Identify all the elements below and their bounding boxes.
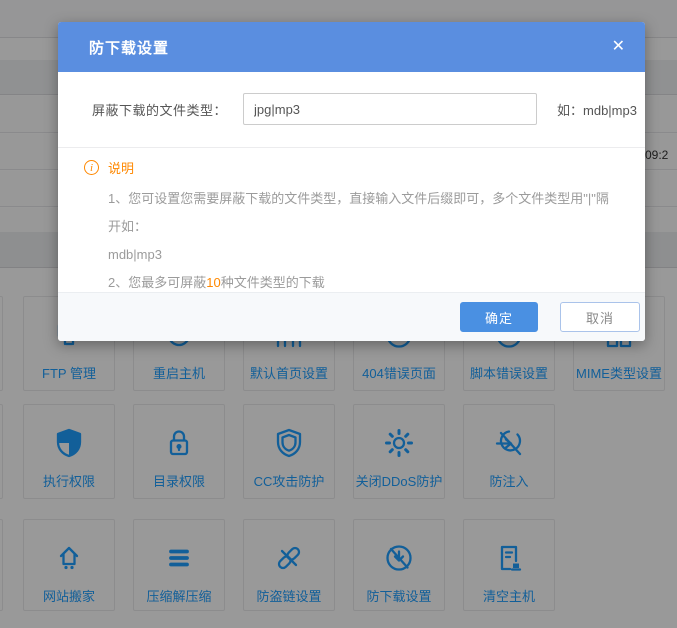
dialog-footer: 确定 取消	[58, 292, 645, 341]
cancel-button[interactable]: 取消	[560, 302, 640, 332]
limit-highlight: 10	[206, 275, 220, 290]
info-list: 1、您可设置您需要屏蔽下载的文件类型，直接输入文件后缀即可，多个文件类型用"|"…	[108, 185, 615, 297]
file-type-input[interactable]	[243, 93, 537, 125]
info-section: i 说明 1、您可设置您需要屏蔽下载的文件类型，直接输入文件后缀即可，多个文件类…	[58, 148, 645, 297]
info-title: 说明	[108, 158, 134, 177]
close-icon[interactable]: ✕	[608, 35, 629, 59]
file-type-form-row: 屏蔽下载的文件类型： 如：mdb|mp3	[58, 93, 645, 125]
file-type-label: 屏蔽下载的文件类型：	[92, 100, 227, 119]
info-icon: i	[84, 160, 99, 175]
dialog-body: 屏蔽下载的文件类型： 如：mdb|mp3 i 说明 1、您可设置您需要屏蔽下载的…	[58, 93, 645, 297]
anti-download-settings-dialog: 防下载设置 ✕ 屏蔽下载的文件类型： 如：mdb|mp3 i 说明 1、您可设置…	[58, 22, 645, 341]
info-header: i 说明	[84, 158, 615, 177]
file-type-hint: 如：mdb|mp3	[557, 100, 637, 119]
confirm-button[interactable]: 确定	[460, 302, 538, 332]
info-line-1: 1、您可设置您需要屏蔽下载的文件类型，直接输入文件后缀即可，多个文件类型用"|"…	[108, 185, 615, 269]
dialog-title: 防下载设置	[89, 37, 169, 58]
page: 09:2 FTP 管理 重启主机 默认首页设置 404错误页面	[0, 0, 677, 628]
dialog-header: 防下载设置 ✕	[58, 22, 645, 72]
